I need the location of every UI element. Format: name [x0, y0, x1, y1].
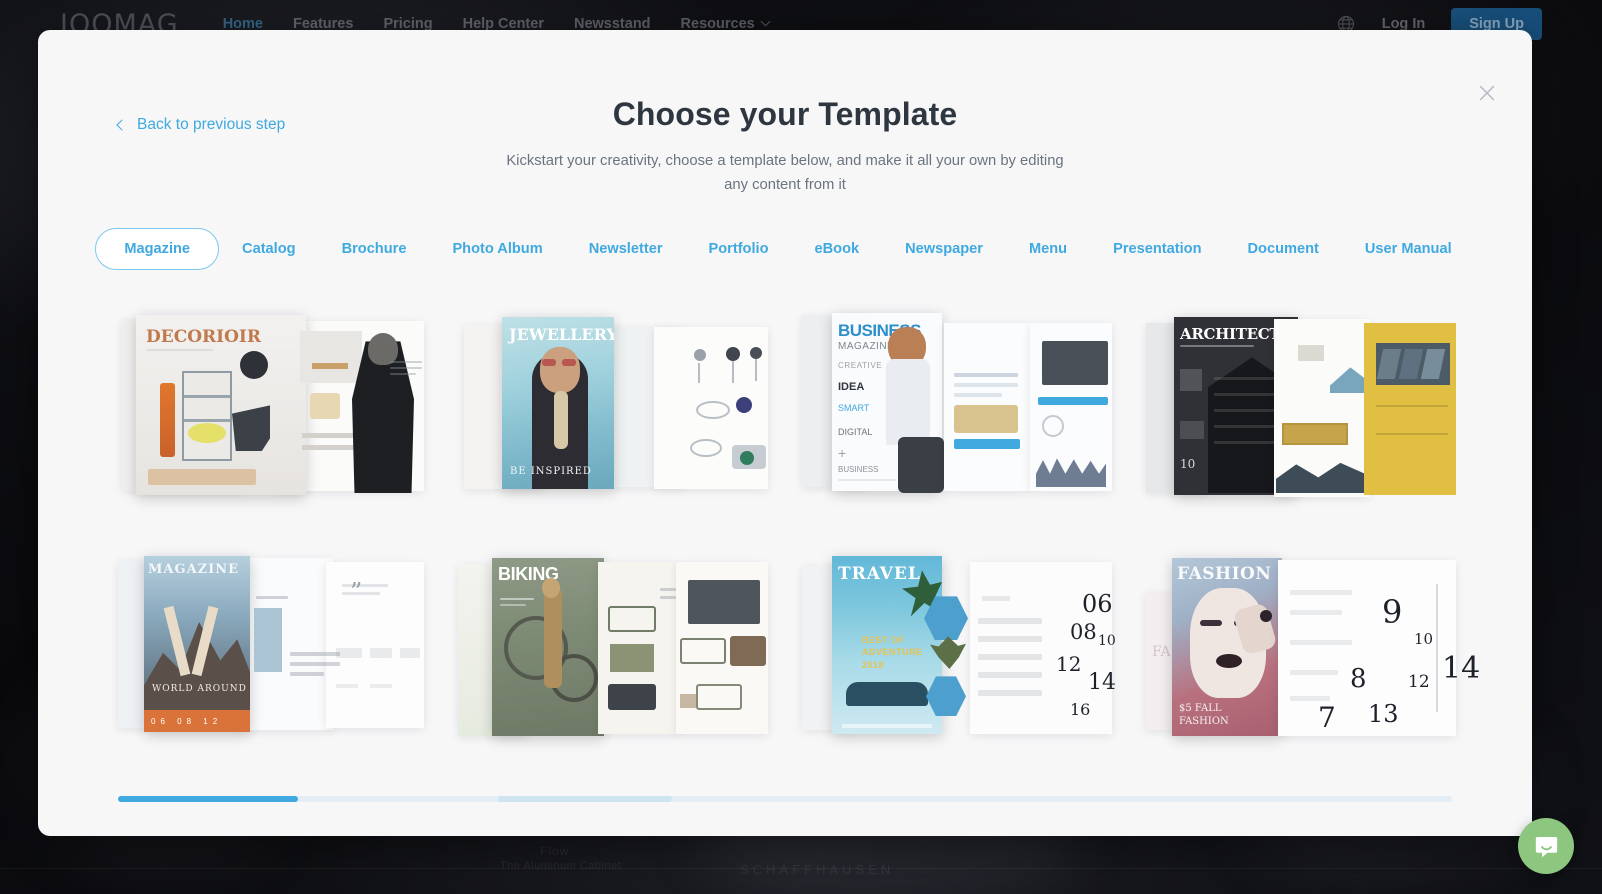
page-subtitle: Kickstart your creativity, choose a temp… [506, 153, 1064, 194]
travel-number: 14 [1088, 670, 1116, 696]
template-card-fashion[interactable]: FA FASHION $5 FALL FASHION 9 10 8 12 14 … [1140, 537, 1480, 752]
template-grid: DECORIOIR JEWELLERY BE INSPIRED BUSINESS… [38, 298, 1532, 752]
templates-scrollbar[interactable] [118, 796, 1452, 802]
template-card-architecture[interactable]: ARCHITECTURE 10 [1140, 298, 1462, 513]
template-preview: FA FASHION $5 FALL FASHION 9 10 8 12 14 … [1146, 544, 1480, 744]
template-preview: BUSINESS MAGAZINE CREATIVE IDEA SMART DI… [802, 305, 1112, 505]
template-card-travel[interactable]: TRAVEL BEST OF ADVENTURE 2018 06 08 10 1… [796, 537, 1118, 752]
template-preview: MAGAZINE WORLD AROUND 06 08 12 ” [114, 544, 424, 744]
category-tabs: Magazine Catalog Brochure Photo Album Ne… [38, 227, 1532, 270]
chat-widget-button[interactable] [1518, 818, 1574, 874]
fashion-number: 8 [1350, 664, 1367, 695]
template-card-jewellery[interactable]: JEWELLERY BE INSPIRED [452, 298, 774, 513]
tab-newsletter[interactable]: Newsletter [566, 228, 686, 270]
template-title: FASHION [1177, 564, 1272, 585]
tab-brochure[interactable]: Brochure [319, 228, 430, 270]
template-card-decorioir[interactable]: DECORIOIR [108, 298, 430, 513]
template-preview: TRAVEL BEST OF ADVENTURE 2018 06 08 10 1… [802, 544, 1116, 744]
fashion-number: 13 [1368, 700, 1399, 729]
tab-catalog[interactable]: Catalog [219, 228, 319, 270]
chevron-left-icon [116, 119, 128, 131]
fashion-number: 9 [1382, 593, 1403, 632]
template-subtitle: MAGAZINE [838, 341, 895, 353]
business-label: CREATIVE [838, 361, 883, 371]
tab-portfolio[interactable]: Portfolio [686, 228, 792, 270]
template-card-magazine-world[interactable]: MAGAZINE WORLD AROUND 06 08 12 ” [108, 537, 430, 752]
back-link-label: Back to previous step [137, 116, 286, 133]
travel-number: 12 [1056, 652, 1082, 677]
chat-bubble-icon [1535, 836, 1557, 857]
tab-menu[interactable]: Menu [1006, 228, 1090, 270]
scrollbar-thumb[interactable] [118, 796, 299, 802]
business-label: BUSINESS [838, 465, 879, 475]
scrollbar-track-segment [498, 796, 672, 802]
travel-number: 08 [1070, 620, 1097, 645]
back-to-previous-step-link[interactable]: Back to previous step [116, 116, 286, 134]
travel-number: 06 [1082, 590, 1113, 619]
tab-magazine[interactable]: Magazine [95, 227, 220, 270]
travel-number: 16 [1070, 700, 1091, 720]
template-title: DECORIOIR [146, 327, 262, 348]
template-subtitle: BE INSPIRED [510, 466, 592, 478]
template-card-biking[interactable]: BIKING [452, 537, 774, 752]
close-icon[interactable] [1470, 76, 1504, 110]
choose-template-modal: Back to previous step Choose your Templa… [38, 30, 1532, 836]
tab-photo-album[interactable]: Photo Album [429, 228, 565, 270]
template-preview: BIKING [458, 544, 768, 744]
template-card-business[interactable]: BUSINESS MAGAZINE CREATIVE IDEA SMART DI… [796, 298, 1118, 513]
travel-number: 10 [1098, 633, 1116, 650]
fashion-number: 7 [1318, 701, 1336, 735]
page-root: Flow The Aluminum Cabinet SCHAFFHAUSEN J… [0, 0, 1602, 894]
business-label: SMART [838, 403, 870, 414]
tab-document[interactable]: Document [1225, 228, 1342, 270]
template-title: TRAVEL [838, 564, 921, 585]
fashion-number: 10 [1414, 630, 1434, 649]
tab-newspaper[interactable]: Newspaper [882, 228, 1006, 270]
template-subtitle: WORLD AROUND [152, 684, 247, 695]
modal-overlay: Back to previous step Choose your Templa… [0, 0, 1602, 894]
template-preview: ARCHITECTURE 10 [1146, 305, 1456, 505]
tab-ebook[interactable]: eBook [792, 228, 883, 270]
tab-user-manual[interactable]: User Manual [1342, 228, 1475, 270]
template-preview: DECORIOIR [114, 305, 424, 505]
template-subtitle: $5 FALL FASHION [1179, 703, 1229, 728]
template-title: MAGAZINE [148, 562, 240, 578]
template-subtitle: BEST OF ADVENTURE 2018 [862, 635, 923, 670]
business-label: IDEA [838, 381, 865, 394]
fashion-number: 12 [1408, 672, 1430, 693]
business-label: DIGITAL [838, 427, 873, 438]
template-title: JEWELLERY [509, 325, 614, 345]
fashion-number: 14 [1442, 651, 1481, 687]
tab-presentation[interactable]: Presentation [1090, 228, 1224, 270]
template-preview: JEWELLERY BE INSPIRED [458, 305, 768, 505]
